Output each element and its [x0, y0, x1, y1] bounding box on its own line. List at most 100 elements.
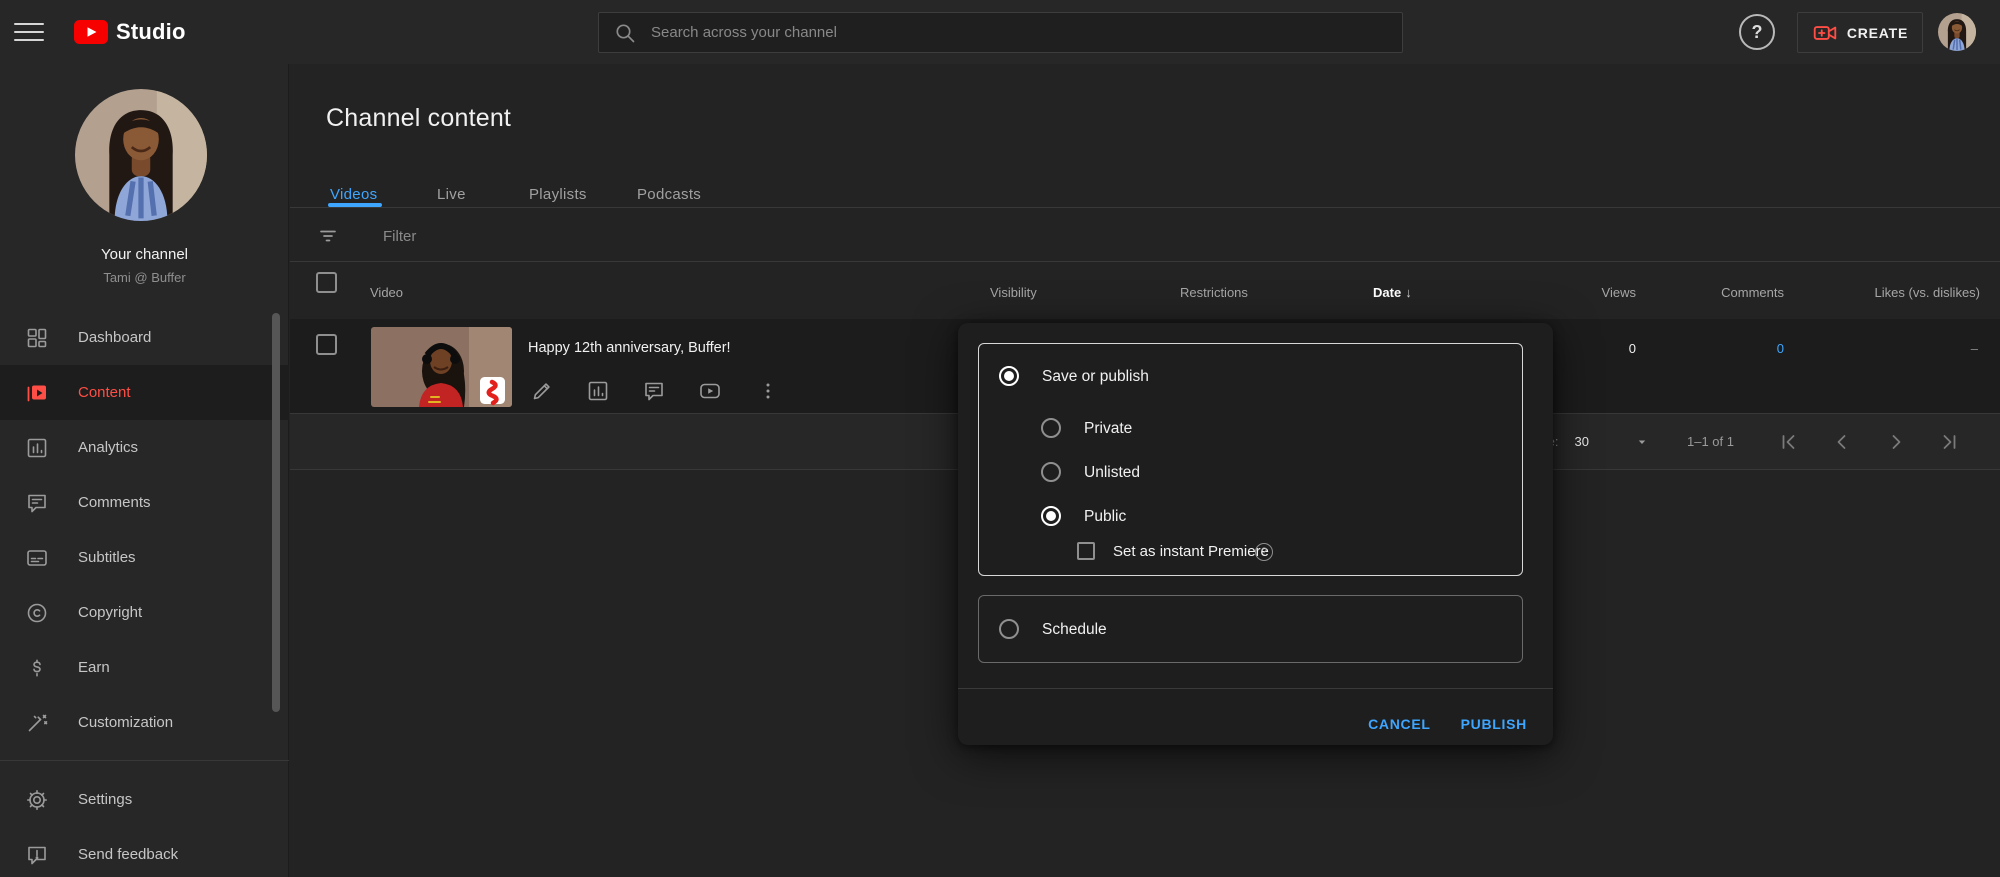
sidebar-item-label: Settings	[78, 791, 132, 808]
create-label: CREATE	[1847, 25, 1908, 41]
sidebar-item-label: Subtitles	[78, 549, 136, 566]
channel-handle: Tami @ Buffer	[0, 270, 289, 285]
channel-avatar[interactable]	[75, 89, 207, 221]
tab-podcasts[interactable]: Podcasts	[637, 186, 701, 203]
sidebar-item-label: Comments	[78, 494, 151, 511]
sidebar-item-analytics[interactable]: Analytics	[0, 420, 289, 475]
sidebar-item-label: Copyright	[78, 604, 142, 621]
sidebar-scrollbar[interactable]	[272, 313, 280, 712]
dialog-actions: CANCEL PUBLISH	[1368, 703, 1527, 745]
radio-private[interactable]	[1041, 418, 1061, 438]
sidebar-item-label: Customization	[78, 714, 173, 731]
tab-playlists[interactable]: Playlists	[529, 186, 587, 203]
column-header-video: Video	[370, 285, 403, 300]
sidebar-item-label: Content	[78, 384, 131, 401]
row-comments-link[interactable]: 0	[1684, 341, 1784, 356]
radio-schedule[interactable]	[999, 619, 1019, 639]
sidebar-item-settings[interactable]: Settings	[0, 772, 289, 827]
content-icon	[25, 381, 49, 405]
filter-lines-icon[interactable]	[316, 224, 340, 248]
comments-icon	[25, 491, 49, 515]
radio-label-schedule[interactable]: Schedule	[1042, 621, 1107, 639]
checkbox-instant-premiere[interactable]	[1077, 542, 1095, 560]
last-page-icon[interactable]	[1938, 430, 1962, 454]
sidebar-item-label: Earn	[78, 659, 110, 676]
page-title: Channel content	[326, 104, 511, 133]
row-likes-value: –	[1878, 341, 1978, 356]
help-icon[interactable]: ?	[1739, 14, 1775, 50]
cancel-button[interactable]: CANCEL	[1368, 716, 1431, 732]
dashboard-icon	[25, 326, 49, 350]
sidebar-item-subtitles[interactable]: Subtitles	[0, 530, 289, 585]
sidebar-item-content[interactable]: Content	[0, 365, 289, 420]
feedback-icon	[25, 843, 49, 867]
pagination-range: 1–1 of 1	[1687, 434, 1734, 449]
sidebar-item-label: Send feedback	[78, 846, 178, 863]
radio-label-save-or-publish[interactable]: Save or publish	[1042, 368, 1149, 386]
analytics-icon	[25, 436, 49, 460]
checkbox-label-instant-premiere[interactable]: Set as instant Premiere	[1113, 543, 1269, 560]
earn-icon	[25, 656, 49, 680]
chevron-left-icon[interactable]	[1830, 430, 1854, 454]
sidebar-item-send-feedback[interactable]: Send feedback	[0, 827, 289, 877]
column-header-views[interactable]: Views	[1500, 285, 1636, 300]
create-video-icon	[1812, 20, 1838, 46]
youtube-studio-logo[interactable]: Studio	[74, 19, 186, 45]
first-page-icon[interactable]	[1776, 430, 1800, 454]
search-input[interactable]	[651, 24, 1388, 41]
youtube-play-icon[interactable]	[698, 379, 722, 403]
search-icon	[613, 21, 637, 45]
subtitles-icon	[25, 546, 49, 570]
search-bar[interactable]	[598, 12, 1403, 53]
publish-button[interactable]: PUBLISH	[1461, 716, 1527, 732]
sidebar-item-comments[interactable]: Comments	[0, 475, 289, 530]
sidebar-item-dashboard[interactable]: Dashboard	[0, 310, 289, 365]
tab-live[interactable]: Live	[437, 186, 466, 203]
sidebar-item-copyright[interactable]: Copyright	[0, 585, 289, 640]
youtube-logo-icon	[74, 20, 108, 44]
menu-icon[interactable]	[14, 18, 44, 46]
dialog-divider	[958, 688, 1553, 689]
column-header-visibility: Visibility	[990, 285, 1037, 300]
customization-icon	[25, 711, 49, 735]
brand-text: Studio	[116, 19, 186, 45]
video-thumbnail[interactable]	[371, 327, 512, 407]
tab-videos[interactable]: Videos	[330, 186, 377, 203]
sidebar-item-label: Dashboard	[78, 329, 151, 346]
tabs-divider	[290, 207, 2000, 208]
edit-pencil-icon[interactable]	[530, 379, 554, 403]
video-title-link[interactable]: Happy 12th anniversary, Buffer!	[528, 340, 731, 356]
youtube-studio-app: Studio ? CREATE Your channel Tami @ Buff…	[0, 0, 2000, 877]
sidebar-item-customization[interactable]: Customization	[0, 695, 289, 750]
filter-input[interactable]	[383, 222, 883, 250]
row-checkbox[interactable]	[316, 334, 337, 355]
sidebar-item-label: Analytics	[78, 439, 138, 456]
topbar: Studio ? CREATE	[0, 0, 2000, 64]
column-header-restrictions: Restrictions	[1180, 285, 1248, 300]
dropdown-caret-icon[interactable]	[1635, 435, 1649, 449]
sort-down-arrow: ↓	[1405, 285, 1412, 300]
radio-label-private[interactable]: Private	[1084, 420, 1132, 438]
account-avatar[interactable]	[1938, 13, 1976, 51]
radio-label-public[interactable]: Public	[1084, 508, 1126, 526]
column-header-comments[interactable]: Comments	[1648, 285, 1784, 300]
create-button[interactable]: CREATE	[1797, 12, 1923, 53]
sidebar-footer-nav: Settings Send feedback	[0, 760, 289, 877]
help-circle-icon[interactable]: ?	[1255, 543, 1273, 561]
radio-label-unlisted[interactable]: Unlisted	[1084, 464, 1140, 482]
rows-per-page-select[interactable]: 30	[1575, 434, 1589, 449]
comments-bubble-icon[interactable]	[642, 379, 666, 403]
radio-public[interactable]	[1041, 506, 1061, 526]
kebab-menu-icon[interactable]	[756, 379, 780, 403]
column-header-date-sorted[interactable]: Date↓	[1373, 285, 1412, 300]
analytics-box-icon[interactable]	[586, 379, 610, 403]
sidebar-nav: Dashboard Content Analytics Comments	[0, 310, 289, 750]
chevron-right-icon[interactable]	[1884, 430, 1908, 454]
sidebar-item-earn[interactable]: Earn	[0, 640, 289, 695]
select-all-checkbox[interactable]	[316, 272, 337, 293]
radio-save-or-publish[interactable]	[999, 366, 1019, 386]
visibility-dialog: Save or publish Private Unlisted Public …	[958, 323, 1553, 745]
settings-icon	[25, 788, 49, 812]
column-header-likes[interactable]: Likes (vs. dislikes)	[1800, 285, 1980, 300]
radio-unlisted[interactable]	[1041, 462, 1061, 482]
